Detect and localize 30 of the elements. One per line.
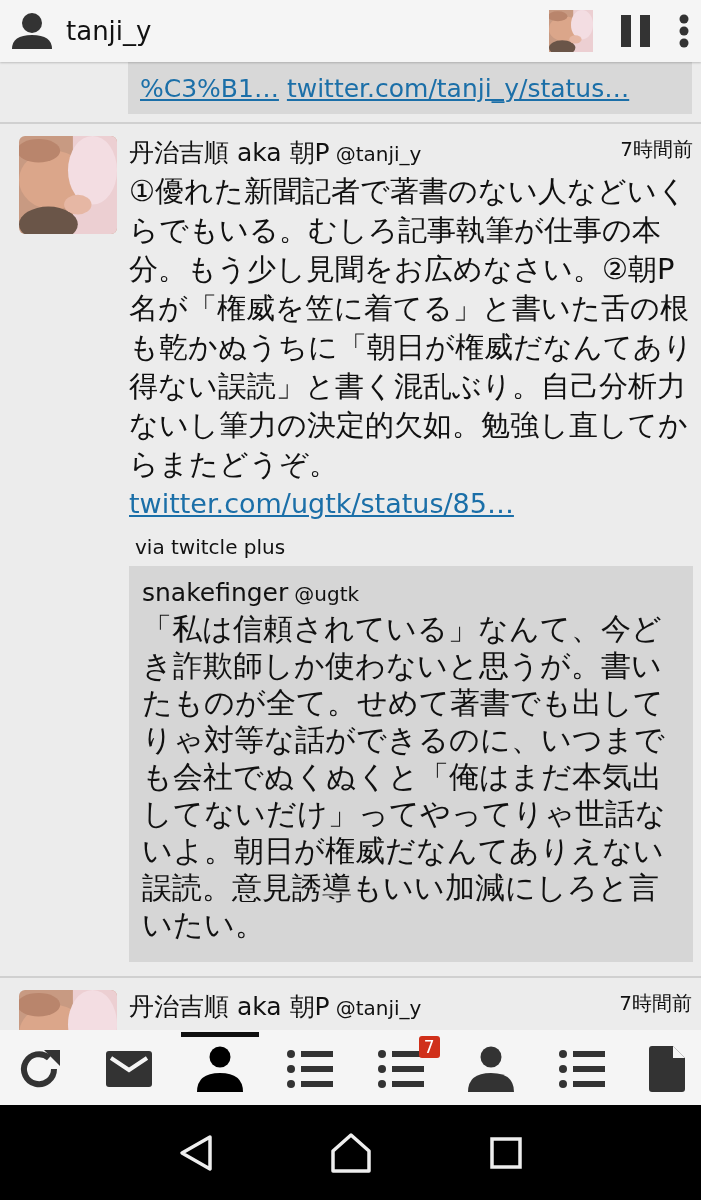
user-handle: @tanji_y xyxy=(335,995,422,1022)
account-name: tanji_y xyxy=(66,14,152,48)
pause-icon[interactable] xyxy=(621,15,651,47)
link[interactable]: %C3%B1… xyxy=(140,74,279,103)
user-name: snakefinger xyxy=(142,576,289,609)
user-name: 丹治吉順 aka 朝P xyxy=(129,991,330,1023)
document-icon xyxy=(648,1045,685,1092)
timestamp: 7時間前 xyxy=(620,136,693,163)
back-icon[interactable] xyxy=(179,1133,214,1172)
user-handle: @ugtk xyxy=(294,580,360,608)
person-icon[interactable] xyxy=(12,13,52,49)
mail-icon xyxy=(106,1050,153,1087)
person-icon xyxy=(196,1045,243,1092)
list-icon xyxy=(558,1047,605,1090)
user-name: 丹治吉順 aka 朝P xyxy=(129,137,330,169)
count-badge: 7 xyxy=(418,1035,440,1058)
tab[interactable]: 7 xyxy=(361,1033,440,1094)
link[interactable]: twitter.com/tanji_y/status… xyxy=(286,74,630,103)
user-handle: @tanji_y xyxy=(335,141,422,168)
list-icon xyxy=(377,1047,424,1090)
menu-icon[interactable] xyxy=(679,14,689,48)
recents-icon[interactable] xyxy=(489,1136,522,1169)
list-icon xyxy=(287,1047,334,1090)
timestamp: 7時間前 xyxy=(619,990,692,1017)
tweet-text: 「私は信頼されている」なんて、今どき詐欺師しか使わないと思うが。書いたものが全て。せめて著書でも出してりゃ対等な話ができるのに、いつまでも会社でぬくぬくと「俺はまだ本気出してないだけ」ってやってりゃ世話ないよ。朝日が権威だなんてありえない誤読。意見誘導もいい加減にしろと言いたい。 xyxy=(142,611,667,944)
link[interactable]: twitter.com/ugtk/status/85… xyxy=(129,487,514,519)
person-icon xyxy=(468,1045,515,1092)
client-label: via twitcle plus xyxy=(135,533,287,561)
tweet-text: ①優れた新聞記者で著書のない人などいくらでもいる。むしろ記事執筆が仕事の本分。もう少し見聞をお広めなさい。②朝P名が「権威を笠に着てる」と書いた舌の根も乾かぬうちに「朝日が権威だなんてあり得ない誤読」と書く混乱ぶり。自己分析力ないし筆力の決定的欠如。勉強し直してからまたどうぞ。 xyxy=(129,172,693,483)
home-icon[interactable] xyxy=(331,1132,372,1173)
